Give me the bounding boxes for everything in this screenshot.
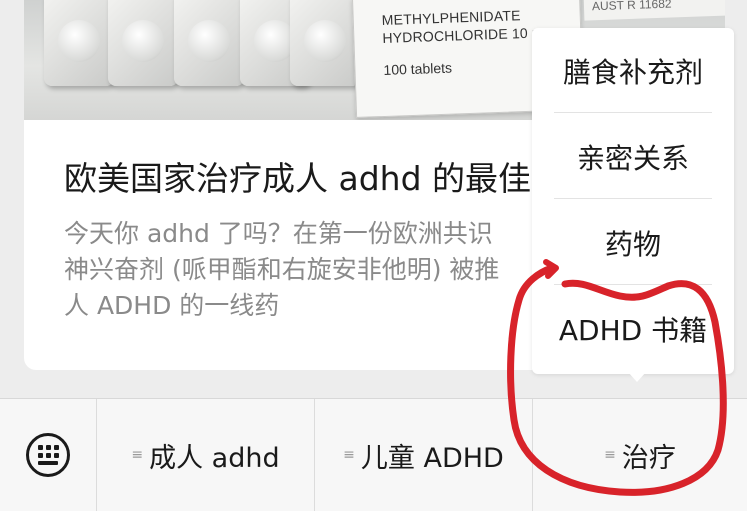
submenu-popup: 膳食补充剂 亲密关系 药物 ADHD 书籍: [532, 28, 734, 374]
menu-item-relationships[interactable]: 亲密关系: [532, 114, 734, 199]
menu-item-dietary-supplements[interactable]: 膳食补充剂: [532, 28, 734, 113]
menu-tab-child-adhd[interactable]: ≡ 儿童 ADHD: [315, 399, 532, 511]
box-label-line2: HYDROCHLORIDE 10 mg: [382, 24, 553, 46]
keyboard-icon: [26, 433, 70, 477]
menu-lines-icon: ≡: [343, 447, 355, 463]
bottom-menu-bar: ≡ 成人 adhd ≡ 儿童 ADHD ≡ 治疗: [0, 398, 747, 511]
menu-tab-label: 儿童 ADHD: [360, 442, 504, 474]
menu-tab-label: 成人 adhd: [149, 442, 280, 474]
menu-divider: [554, 284, 712, 285]
blister-pack: [174, 0, 244, 86]
box-corner-label: AUST R 11682: [583, 0, 725, 21]
menu-tab-treatment[interactable]: ≡ 治疗: [533, 399, 747, 511]
menu-tab-label: 治疗: [621, 442, 676, 474]
blister-pack: [108, 0, 178, 86]
article-title[interactable]: 欧美国家治疗成人 adhd 的最佳: [64, 152, 531, 200]
blister-pack: [290, 0, 360, 86]
menu-divider: [554, 112, 712, 113]
keyboard-toggle-button[interactable]: [0, 399, 96, 511]
menu-pointer-arrow: [628, 372, 646, 382]
menu-lines-icon: ≡: [131, 447, 144, 463]
menu-item-medication[interactable]: 药物: [532, 200, 734, 285]
menu-divider: [554, 198, 712, 199]
box-tablet-count: 100 tablets: [383, 59, 453, 78]
blister-pack: [44, 0, 114, 86]
menu-tab-adult-adhd[interactable]: ≡ 成人 adhd: [97, 399, 314, 511]
menu-lines-icon: ≡: [604, 447, 616, 463]
menu-item-adhd-books[interactable]: ADHD 书籍: [532, 286, 734, 371]
